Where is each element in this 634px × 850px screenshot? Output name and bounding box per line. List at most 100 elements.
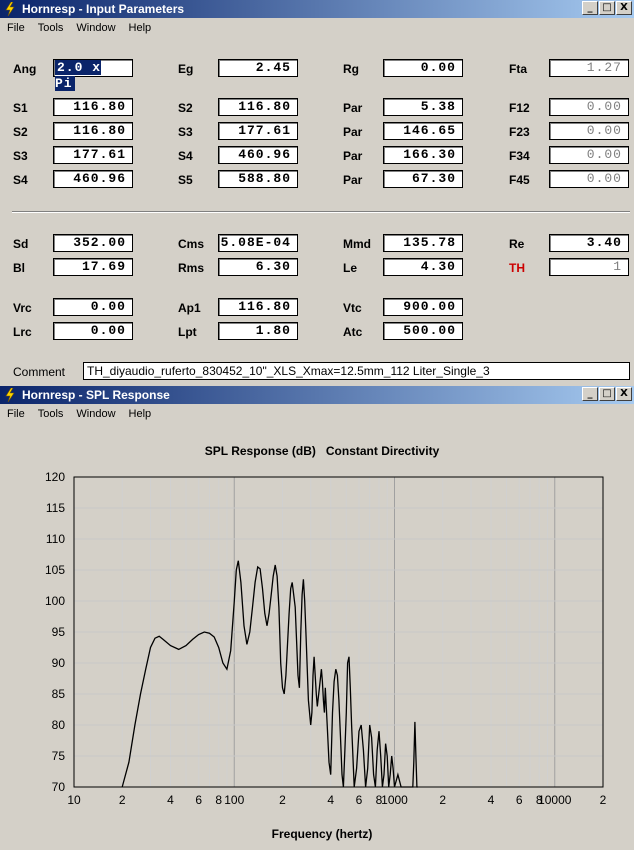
label-cms: Cms bbox=[178, 237, 205, 251]
label-s2: S2 bbox=[13, 125, 28, 139]
s2-col2-field[interactable]: 116.80 bbox=[218, 98, 298, 116]
vtc-field[interactable]: 900.00 bbox=[383, 298, 463, 316]
label-f12: F12 bbox=[509, 101, 530, 115]
rms-field[interactable]: 6.30 bbox=[218, 258, 298, 276]
menu-tools[interactable]: Tools bbox=[38, 408, 64, 420]
input-parameters-titlebar[interactable]: Hornresp - Input Parameters _ □ X bbox=[0, 0, 634, 18]
y-axis: 70 75 80 85 90 95 100 105 110 115 120 bbox=[45, 470, 65, 794]
x-tick-label: 2 bbox=[119, 793, 126, 807]
window-title: Hornresp - SPL Response bbox=[22, 388, 170, 402]
cms-field[interactable]: 5.08E-04 bbox=[218, 234, 298, 252]
minimize-button[interactable]: _ bbox=[582, 387, 598, 401]
lpt-field[interactable]: 1.80 bbox=[218, 322, 298, 340]
menu-tools[interactable]: Tools bbox=[38, 22, 64, 34]
spl-response-line bbox=[121, 560, 418, 788]
s5-field[interactable]: 588.80 bbox=[218, 170, 298, 188]
bl-field[interactable]: 17.69 bbox=[53, 258, 133, 276]
y-tick-label: 115 bbox=[46, 501, 65, 515]
fta-field[interactable]: 1.27 bbox=[549, 59, 629, 77]
label-ang: Ang bbox=[13, 62, 37, 76]
ap1-field[interactable]: 116.80 bbox=[218, 298, 298, 316]
spl-response-titlebar[interactable]: Hornresp - SPL Response _ □ X bbox=[0, 386, 634, 404]
s4-col2-field[interactable]: 460.96 bbox=[218, 146, 298, 164]
y-tick-label: 105 bbox=[45, 563, 65, 577]
f23-field[interactable]: 0.00 bbox=[549, 122, 629, 140]
label-par3: Par bbox=[343, 149, 363, 163]
section-divider bbox=[12, 211, 630, 213]
x-axis-label: Frequency (hertz) bbox=[272, 827, 373, 841]
menu-window[interactable]: Window bbox=[76, 408, 115, 420]
label-f34: F34 bbox=[509, 149, 530, 163]
x-tick-label: 8 bbox=[215, 793, 222, 807]
label-lrc: Lrc bbox=[13, 325, 32, 339]
close-button[interactable]: X bbox=[616, 1, 632, 15]
y-tick-label: 100 bbox=[45, 594, 65, 608]
label-par1: Par bbox=[343, 101, 363, 115]
x-tick-label: 2 bbox=[439, 793, 446, 807]
maximize-button[interactable]: □ bbox=[599, 1, 615, 15]
x-tick-label: 6 bbox=[356, 793, 363, 807]
menu-help[interactable]: Help bbox=[129, 408, 152, 420]
label-s3: S3 bbox=[13, 149, 28, 163]
menu-help[interactable]: Help bbox=[129, 22, 152, 34]
s2-field[interactable]: 116.80 bbox=[53, 122, 133, 140]
re-field[interactable]: 3.40 bbox=[549, 234, 629, 252]
sd-field[interactable]: 352.00 bbox=[53, 234, 133, 252]
lightning-icon bbox=[5, 2, 15, 16]
rg-field[interactable]: 0.00 bbox=[383, 59, 463, 77]
label-sd: Sd bbox=[13, 237, 29, 251]
close-button[interactable]: X bbox=[616, 387, 632, 401]
s4-field[interactable]: 460.96 bbox=[53, 170, 133, 188]
par2-field[interactable]: 146.65 bbox=[383, 122, 463, 140]
par3-field[interactable]: 166.30 bbox=[383, 146, 463, 164]
s1-field[interactable]: 116.80 bbox=[53, 98, 133, 116]
mmd-field[interactable]: 135.78 bbox=[383, 234, 463, 252]
minimize-button[interactable]: _ bbox=[582, 1, 598, 15]
x-tick-label: 10 bbox=[67, 793, 81, 807]
menubar: File Tools Window Help bbox=[0, 18, 634, 37]
x-tick-label: 2 bbox=[600, 793, 607, 807]
y-tick-label: 75 bbox=[52, 749, 66, 763]
label-vrc: Vrc bbox=[13, 301, 32, 315]
label-ap1: Ap1 bbox=[178, 301, 201, 315]
label-s3-col2: S3 bbox=[178, 125, 193, 139]
label-mmd: Mmd bbox=[343, 237, 371, 251]
vrc-field[interactable]: 0.00 bbox=[53, 298, 133, 316]
label-s5: S5 bbox=[178, 173, 193, 187]
f45-field[interactable]: 0.00 bbox=[549, 170, 629, 188]
th-field[interactable]: 1 bbox=[549, 258, 629, 276]
x-tick-label: 6 bbox=[195, 793, 202, 807]
label-th: TH bbox=[509, 261, 525, 275]
spl-chart: SPL Response (dB) Constant Directivity 7… bbox=[45, 444, 607, 841]
x-tick-label: 6 bbox=[516, 793, 523, 807]
f34-field[interactable]: 0.00 bbox=[549, 146, 629, 164]
s3-col2-field[interactable]: 177.61 bbox=[218, 122, 298, 140]
s3-field[interactable]: 177.61 bbox=[53, 146, 133, 164]
par4-field[interactable]: 67.30 bbox=[383, 170, 463, 188]
comment-field[interactable]: TH_diyaudio_ruferto_830452_10"_XLS_Xmax=… bbox=[83, 362, 630, 380]
par1-field[interactable]: 5.38 bbox=[383, 98, 463, 116]
x-tick-label: 1000 bbox=[381, 793, 408, 807]
label-bl: Bl bbox=[13, 261, 25, 275]
lrc-field[interactable]: 0.00 bbox=[53, 322, 133, 340]
label-le: Le bbox=[343, 261, 358, 275]
x-tick-label: 100 bbox=[224, 793, 244, 807]
label-lpt: Lpt bbox=[178, 325, 197, 339]
menu-file[interactable]: File bbox=[7, 22, 25, 34]
menu-window[interactable]: Window bbox=[76, 22, 115, 34]
f12-field[interactable]: 0.00 bbox=[549, 98, 629, 116]
y-tick-label: 120 bbox=[45, 470, 65, 484]
atc-field[interactable]: 500.00 bbox=[383, 322, 463, 340]
label-par4: Par bbox=[343, 173, 363, 187]
label-par2: Par bbox=[343, 125, 363, 139]
le-field[interactable]: 4.30 bbox=[383, 258, 463, 276]
x-axis: 10 2 4 6 8 100 2 4 6 81000 2 4 6 810000 2 bbox=[67, 793, 606, 807]
menu-file[interactable]: File bbox=[7, 408, 25, 420]
window-title: Hornresp - Input Parameters bbox=[22, 2, 185, 16]
label-s2-col2: S2 bbox=[178, 101, 193, 115]
label-vtc: Vtc bbox=[343, 301, 362, 315]
eg-field[interactable]: 2.45 bbox=[218, 59, 298, 77]
maximize-button[interactable]: □ bbox=[599, 387, 615, 401]
y-tick-label: 90 bbox=[52, 656, 66, 670]
ang-field[interactable]: 2.0 x Pi bbox=[53, 59, 133, 91]
